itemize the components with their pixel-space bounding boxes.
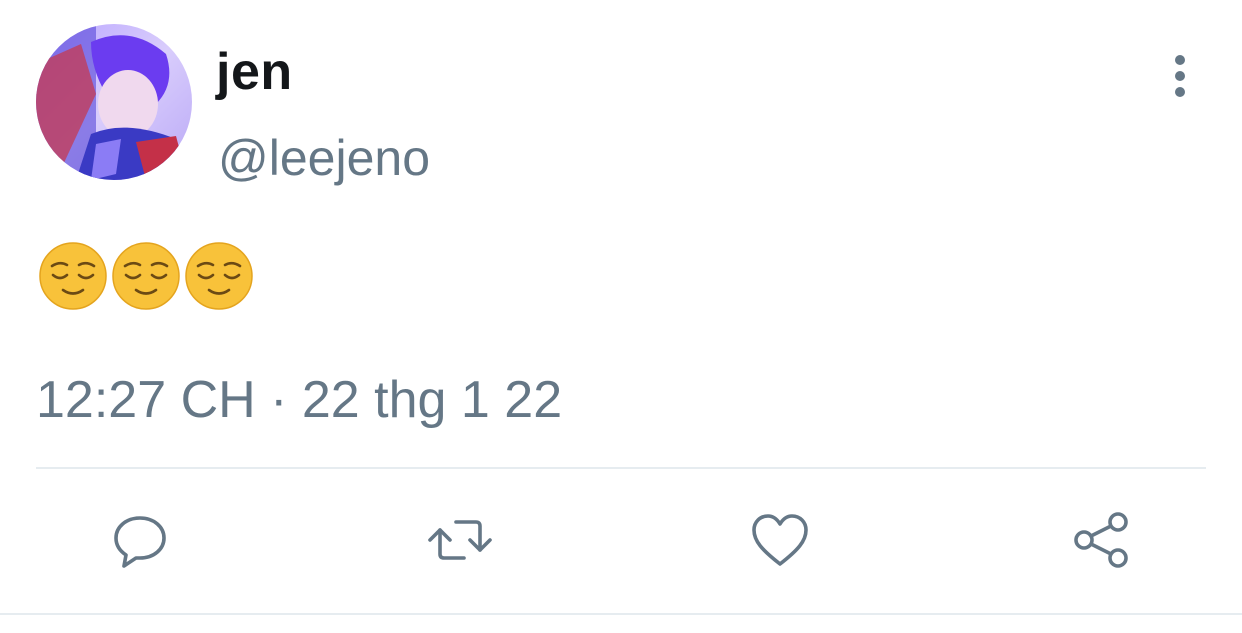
more-options-button[interactable] [1158, 52, 1202, 100]
avatar[interactable] [36, 24, 192, 180]
bottom-divider [0, 613, 1242, 615]
username-handle[interactable]: @leejeno [218, 126, 430, 190]
share-icon [1074, 512, 1128, 568]
tweet-text: 😌😌😌 [38, 240, 257, 312]
reply-icon [114, 516, 166, 568]
tweet-timestamp[interactable]: 12:27 CH · 22 thg 1 22 [36, 368, 562, 432]
display-name[interactable]: jen [216, 40, 293, 104]
like-button[interactable] [748, 508, 812, 572]
relieved-face-icon [112, 242, 180, 310]
reply-button[interactable] [108, 508, 172, 572]
heart-icon [752, 514, 808, 566]
retweet-button[interactable] [428, 508, 492, 572]
retweet-icon [428, 520, 492, 560]
more-vertical-icon [1175, 55, 1185, 97]
relieved-face-icon [39, 242, 107, 310]
avatar-photo [36, 24, 192, 180]
share-button[interactable] [1070, 508, 1134, 572]
divider [36, 467, 1206, 469]
relieved-face-icon [185, 242, 253, 310]
